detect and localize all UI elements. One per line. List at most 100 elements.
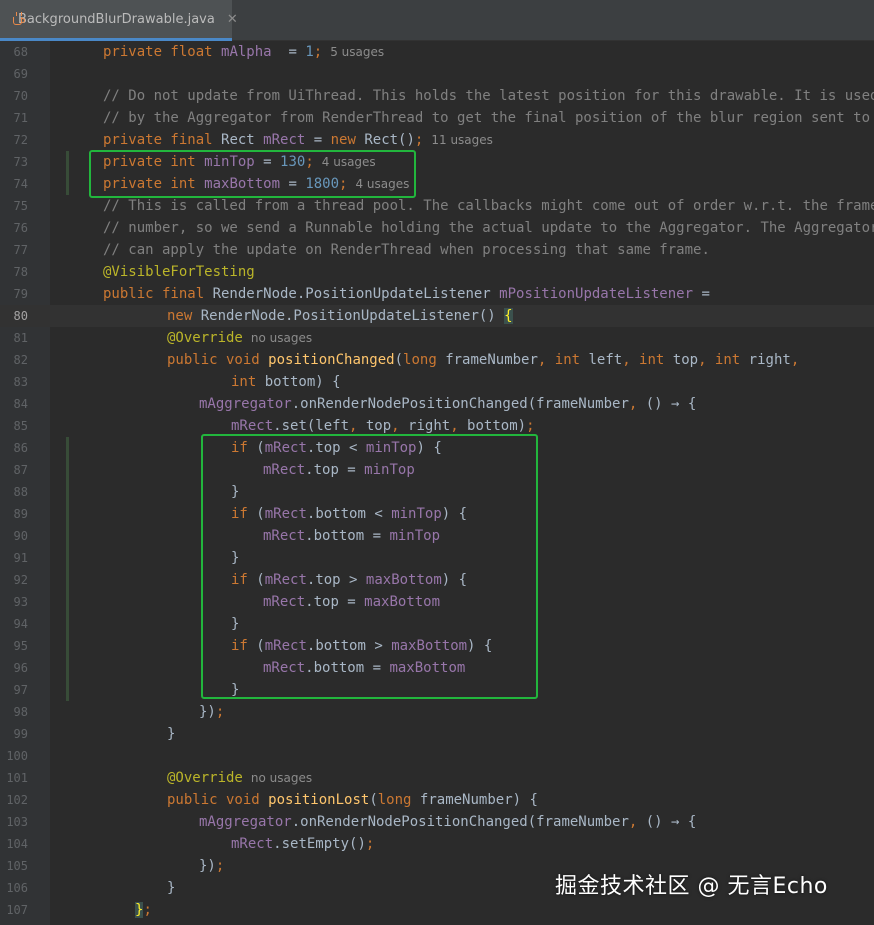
code-text: // This is called from a thread pool. Th… bbox=[103, 195, 874, 217]
code-token: mRect bbox=[263, 132, 306, 148]
code-line[interactable]: 98}); bbox=[0, 701, 874, 723]
code-token: .onRenderNodePositionChanged(frameNumber bbox=[291, 814, 629, 830]
code-token: , bbox=[391, 418, 409, 434]
code-token: , bbox=[349, 418, 366, 434]
code-token: // number, so we send a Runnable holding… bbox=[103, 220, 874, 236]
code-token: .top = bbox=[305, 462, 365, 478]
close-icon[interactable]: ✕ bbox=[227, 12, 238, 27]
code-text: } bbox=[167, 877, 175, 899]
line-number: 74 bbox=[13, 177, 28, 191]
code-token: = bbox=[305, 132, 331, 148]
code-line[interactable]: 83 int bottom) { bbox=[0, 371, 874, 393]
code-token: ) { bbox=[441, 506, 468, 522]
code-token: long bbox=[403, 352, 446, 368]
code-line[interactable]: 69 bbox=[0, 63, 874, 85]
code-token: , bbox=[628, 814, 646, 830]
code-line[interactable]: 107}; bbox=[0, 899, 874, 921]
usage-hint[interactable]: no usages bbox=[251, 771, 312, 785]
code-token: , int bbox=[698, 352, 749, 368]
code-line[interactable]: 79 public final RenderNode.PositionUpdate… bbox=[0, 283, 874, 305]
line-number: 79 bbox=[13, 287, 28, 301]
code-line[interactable]: 87 mRect.top = minTop bbox=[0, 459, 874, 481]
code-line[interactable]: 101 @Override no usages bbox=[0, 767, 874, 789]
code-token: mAggregator bbox=[199, 396, 292, 412]
code-token: if bbox=[231, 638, 257, 654]
code-token: = bbox=[280, 176, 306, 192]
code-token: ; bbox=[305, 154, 314, 170]
code-token: = bbox=[693, 286, 710, 302]
code-line[interactable]: 74 private int maxBottom = 1800; 4 usages bbox=[0, 173, 874, 195]
code-token: minTop bbox=[204, 154, 255, 170]
code-token: } bbox=[231, 550, 240, 566]
code-line[interactable]: 81 @Override no usages bbox=[0, 327, 874, 349]
code-token: minTop bbox=[365, 440, 417, 456]
code-token: @Override bbox=[167, 770, 243, 786]
code-line[interactable]: 89 if (mRect.bottom < minTop) { bbox=[0, 503, 874, 525]
line-number: 103 bbox=[6, 815, 28, 829]
code-token: public void bbox=[167, 792, 269, 808]
code-line[interactable]: 82 public void positionChanged(long frame… bbox=[0, 349, 874, 371]
code-token: mRect bbox=[263, 660, 306, 676]
code-text: @Override no usages bbox=[167, 327, 312, 349]
code-token: mRect bbox=[264, 572, 307, 588]
code-text: new RenderNode.PositionUpdateListener() … bbox=[167, 305, 513, 327]
code-token: () → { bbox=[645, 396, 697, 412]
usage-hint[interactable]: no usages bbox=[251, 331, 312, 345]
code-token: .bottom = bbox=[305, 660, 390, 676]
code-line[interactable]: 77 // can apply the update on RenderThrea… bbox=[0, 239, 874, 261]
code-line[interactable]: 75 // This is called from a thread pool. … bbox=[0, 195, 874, 217]
code-text: public void positionLost(long frameNumbe… bbox=[167, 789, 538, 811]
code-text: }); bbox=[199, 701, 224, 723]
usage-hint[interactable]: 11 usages bbox=[431, 133, 493, 147]
line-number: 97 bbox=[13, 683, 28, 697]
code-line[interactable]: 73 private int minTop = 130; 4 usages bbox=[0, 151, 874, 173]
code-line[interactable]: 80 new RenderNode.PositionUpdateListener(… bbox=[0, 305, 874, 327]
code-line[interactable]: 76 // number, so we send a Runnable holdi… bbox=[0, 217, 874, 239]
code-line[interactable]: 71 // by the Aggregator from RenderThread… bbox=[0, 107, 874, 129]
code-line[interactable]: 86 if (mRect.top < minTop) { bbox=[0, 437, 874, 459]
code-line[interactable]: 103 mAggregator.onRenderNodePositionChang… bbox=[0, 811, 874, 833]
code-line[interactable]: 102 public void positionLost(long frameNu… bbox=[0, 789, 874, 811]
code-line[interactable]: 68 private float mAlpha = 1; 5 usages bbox=[0, 41, 874, 63]
code-line[interactable]: 94} bbox=[0, 613, 874, 635]
code-token: frameNumber bbox=[445, 352, 538, 368]
line-number: 94 bbox=[13, 617, 28, 631]
usage-hint[interactable]: 4 usages bbox=[322, 155, 376, 169]
line-number: 98 bbox=[13, 705, 28, 719]
usage-hint[interactable]: 5 usages bbox=[330, 45, 384, 59]
code-line[interactable]: 91} bbox=[0, 547, 874, 569]
code-line[interactable]: 99} bbox=[0, 723, 874, 745]
code-line[interactable]: 85 mRect.set(left, top, right, bottom); bbox=[0, 415, 874, 437]
file-tab[interactable]: BackgroundBlurDrawable.java ✕ bbox=[0, 0, 238, 41]
code-line[interactable]: 70 // Do not update from UiThread. This h… bbox=[0, 85, 874, 107]
code-line[interactable]: 97} bbox=[0, 679, 874, 701]
code-line[interactable]: 78 @VisibleForTesting bbox=[0, 261, 874, 283]
code-line[interactable]: 104 mRect.setEmpty(); bbox=[0, 833, 874, 855]
code-token: .bottom = bbox=[305, 528, 390, 544]
code-line[interactable]: 84 mAggregator.onRenderNodePositionChange… bbox=[0, 393, 874, 415]
code-line[interactable]: 90 mRect.bottom = minTop bbox=[0, 525, 874, 547]
code-line[interactable]: 72 private final Rect mRect = new Rect();… bbox=[0, 129, 874, 151]
usage-hint[interactable]: 4 usages bbox=[355, 177, 409, 191]
code-text: // number, so we send a Runnable holding… bbox=[103, 217, 874, 239]
line-number: 72 bbox=[13, 133, 28, 147]
code-text: private int maxBottom = 1800; 4 usages bbox=[103, 173, 409, 195]
code-token: ( bbox=[394, 352, 404, 368]
code-editor[interactable]: 68 private float mAlpha = 1; 5 usages 69 70 /… bbox=[0, 41, 874, 925]
code-text: if (mRect.top < minTop) { bbox=[231, 437, 442, 459]
code-token: ; bbox=[143, 902, 152, 918]
code-line[interactable]: 93 mRect.top = maxBottom bbox=[0, 591, 874, 613]
code-line[interactable]: 100 bbox=[0, 745, 874, 767]
code-token: if bbox=[231, 572, 257, 588]
code-line[interactable]: 88} bbox=[0, 481, 874, 503]
line-number: 78 bbox=[13, 265, 28, 279]
line-number: 86 bbox=[13, 441, 28, 455]
code-line[interactable]: 92 if (mRect.top > maxBottom) { bbox=[0, 569, 874, 591]
code-text: @Override no usages bbox=[167, 767, 312, 789]
code-token: } bbox=[167, 726, 176, 742]
code-line[interactable]: 95 if (mRect.bottom > maxBottom) { bbox=[0, 635, 874, 657]
code-token: // Do not update from UiThread. This hol… bbox=[103, 88, 874, 104]
code-line[interactable]: 96 mRect.bottom = maxBottom bbox=[0, 657, 874, 679]
code-token: new bbox=[167, 308, 201, 324]
line-number: 107 bbox=[6, 903, 28, 917]
